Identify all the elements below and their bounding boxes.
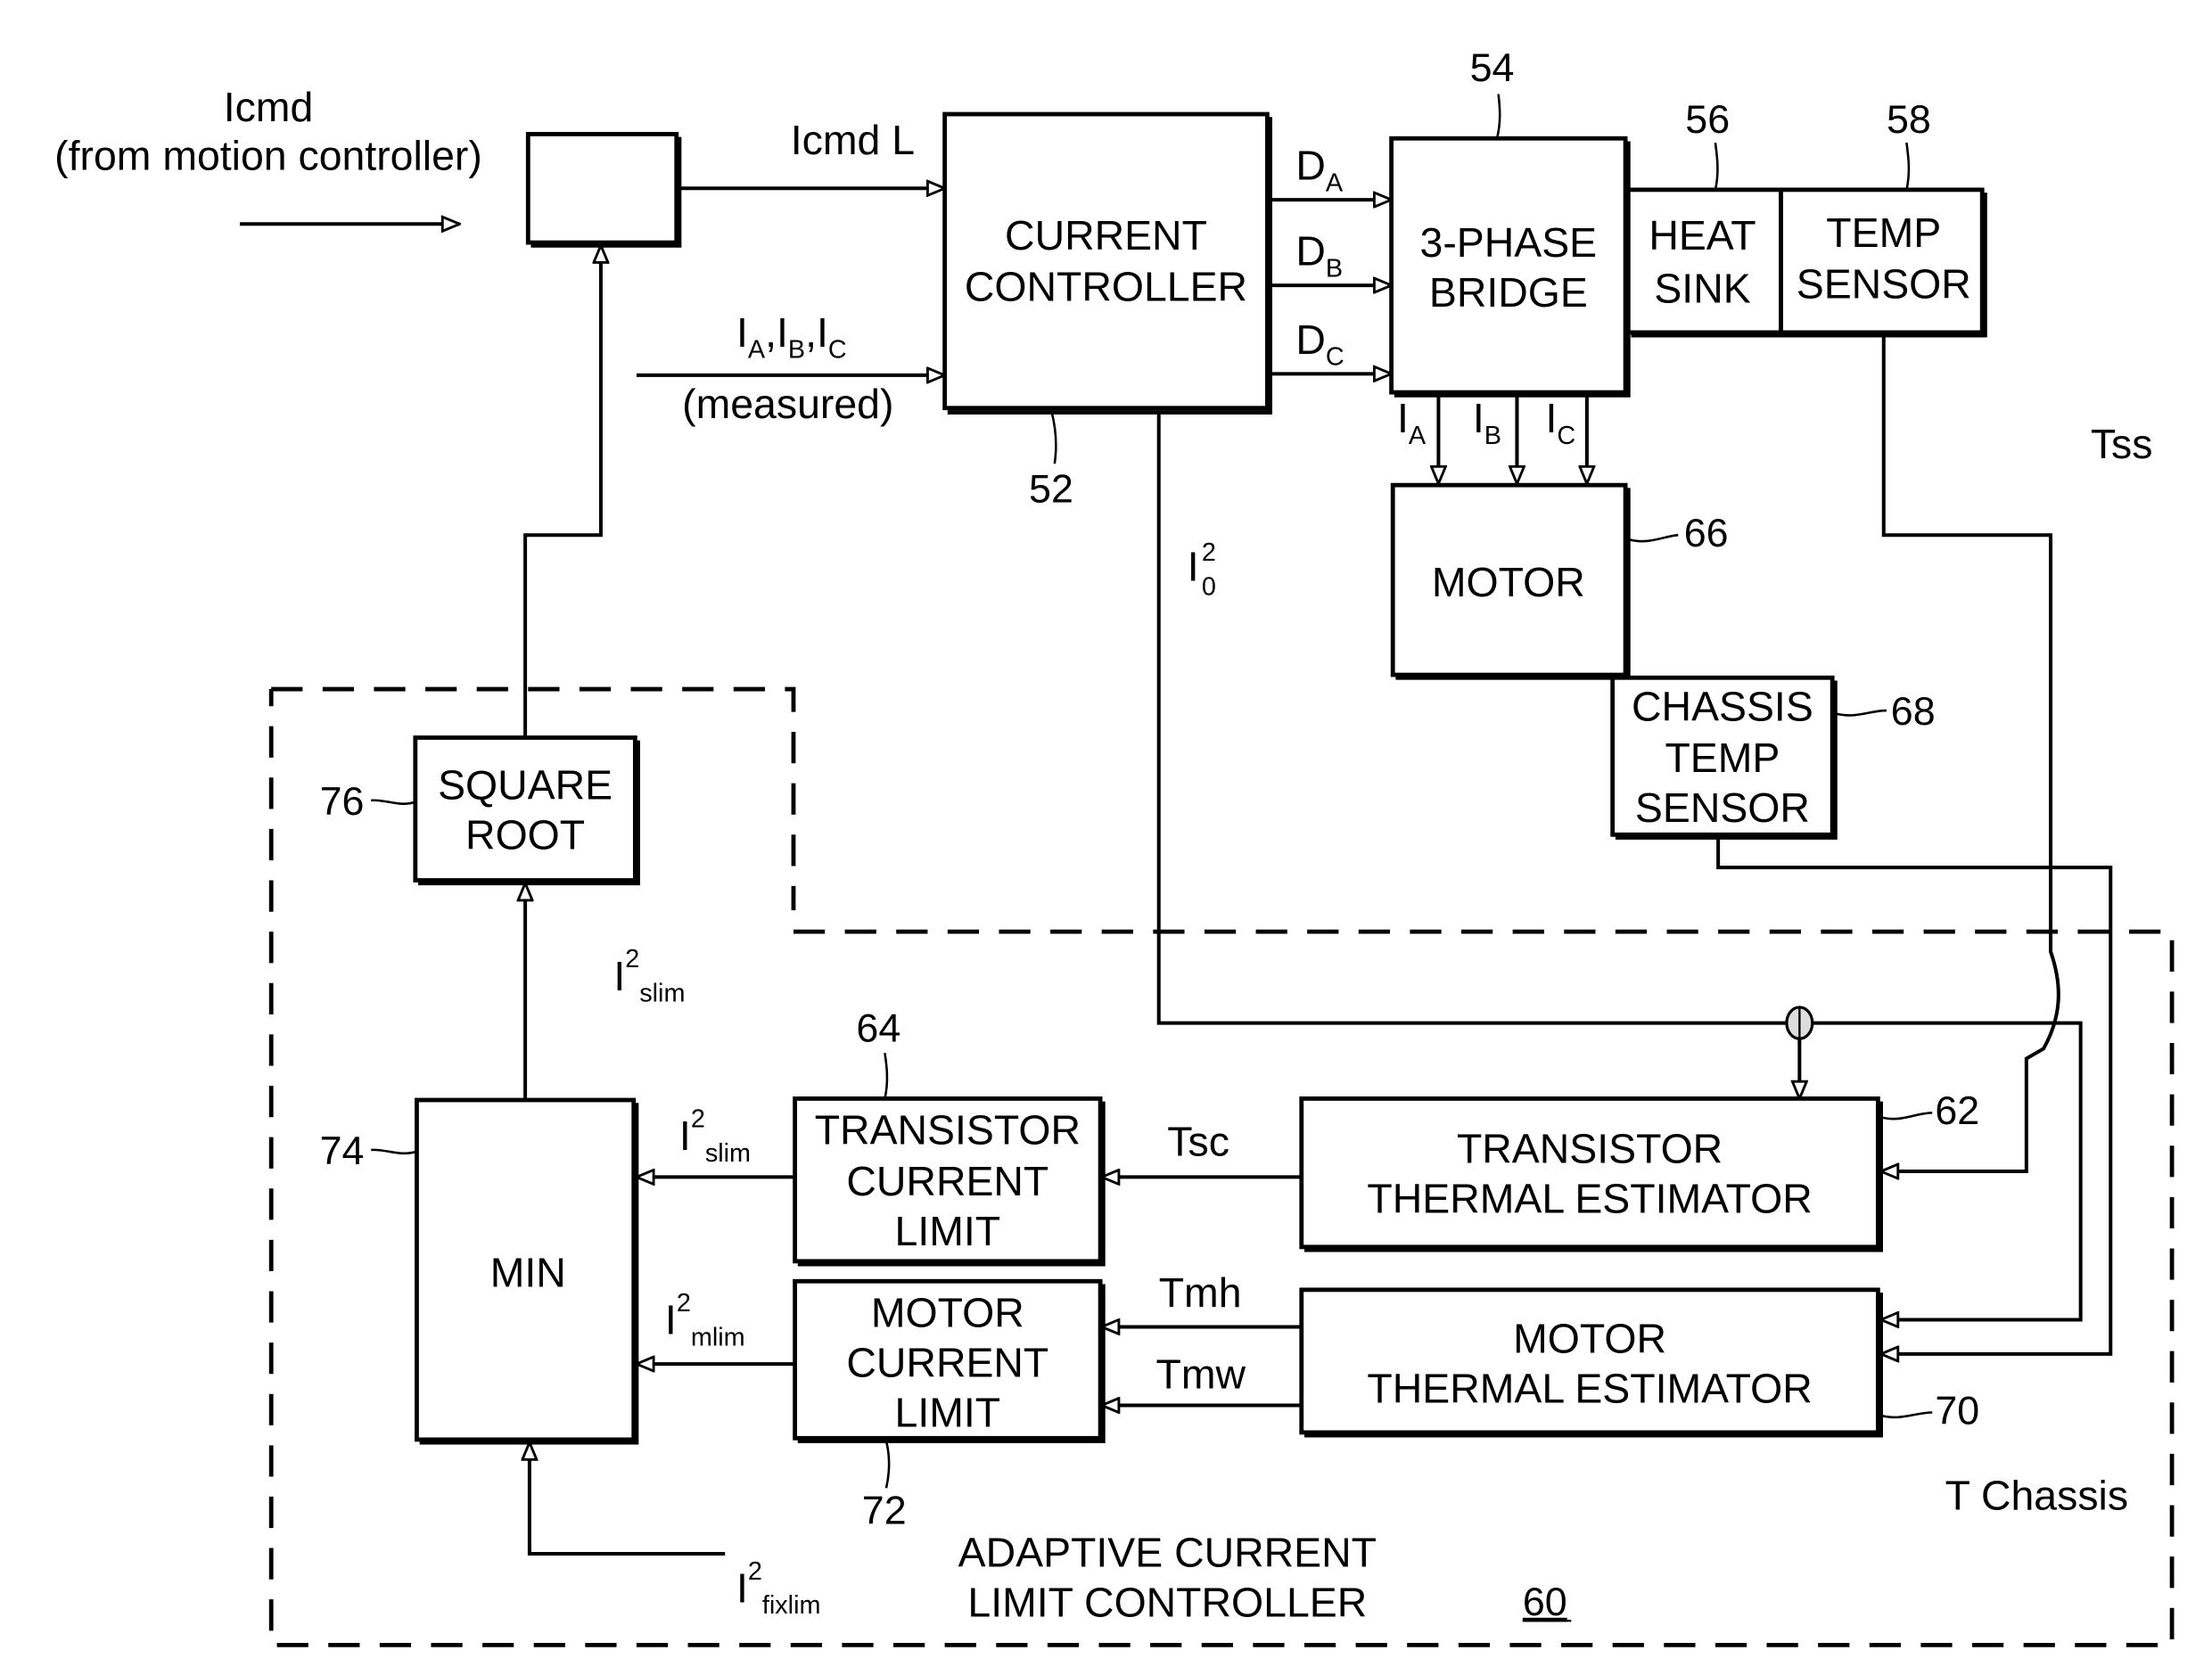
transistor-estimator-label-1: TRANSISTOR (1457, 1125, 1723, 1171)
ref-60: 60 (1523, 1580, 1567, 1624)
ref-68-leader (1835, 709, 1887, 717)
ia-label: IA (1397, 395, 1427, 450)
motor-limit-label-1: MOTOR (871, 1289, 1024, 1335)
chassis-temp-label-2: TEMP (1665, 735, 1780, 781)
ref-62-leader (1880, 1112, 1933, 1121)
ref-54-leader (1495, 94, 1501, 139)
controller-group-label-2: LIMIT CONTROLLER (967, 1579, 1367, 1625)
ref-72: 72 (862, 1488, 907, 1532)
motor-estimator-label-1: MOTOR (1513, 1315, 1666, 1361)
i0-squared-label: I20 (1188, 538, 1216, 601)
tmh-label: Tmh (1159, 1269, 1242, 1316)
bridge-label-2: BRIDGE (1429, 269, 1588, 316)
icmd-source-label: (from motion controller) (54, 132, 482, 178)
limit-to-limiter-wire (523, 245, 601, 738)
temp-sensor-label-2: SENSOR (1797, 261, 1971, 308)
tsc-label: Tsc (1167, 1118, 1229, 1164)
ref-70-leader (1880, 1411, 1933, 1419)
ref-72-leader (884, 1441, 891, 1489)
ref-76-leader (371, 799, 416, 805)
transistor-limit-label-1: TRANSISTOR (815, 1107, 1081, 1154)
ib-label: IB (1473, 395, 1501, 450)
transistor-estimator-label-2: THERMAL ESTIMATOR (1367, 1175, 1812, 1221)
transistor-limit-label-3: LIMIT (895, 1208, 1001, 1254)
min-label: MIN (490, 1250, 566, 1296)
icmd-label: Icmd (224, 84, 314, 130)
motor-limit-label-3: LIMIT (895, 1390, 1001, 1436)
i-fixlim-sq-label: I2fixlim (736, 1557, 821, 1620)
chassis-temp-label-1: CHASSIS (1632, 683, 1813, 729)
tss-wire (1881, 335, 2060, 1171)
current-controller-label-1: CURRENT (1005, 212, 1207, 259)
i-slim-sq-in-label: I2slim (679, 1104, 751, 1167)
tmw-label: Tmw (1156, 1351, 1246, 1397)
block-diagram: Icmd (from motion controller) Icmd L IA,… (54, 45, 2175, 1647)
ref-74: 74 (320, 1129, 365, 1173)
controller-group-label-1: ADAPTIVE CURRENT (958, 1529, 1377, 1575)
current-limiter-block (525, 132, 679, 245)
dc-label: DC (1295, 316, 1344, 372)
t-chassis-label: T Chassis (1945, 1472, 2128, 1518)
ref-62: 62 (1935, 1088, 1979, 1133)
heat-sink-label-2: SINK (1654, 265, 1750, 311)
ref-58-leader (1905, 142, 1911, 191)
ref-66: 66 (1684, 511, 1729, 555)
square-root-label-2: ROOT (465, 811, 585, 858)
db-label: DB (1295, 228, 1343, 283)
ref-54: 54 (1470, 45, 1515, 90)
ref-64-leader (884, 1052, 889, 1099)
motor-label: MOTOR (1432, 559, 1585, 605)
measured-currents-label: IA,IB,IC (736, 309, 847, 365)
ref-66-leader (1627, 533, 1679, 543)
ref-64: 64 (856, 1006, 900, 1050)
ref-70: 70 (1935, 1388, 1979, 1433)
da-label: DA (1295, 143, 1344, 198)
square-root-label-1: SQUARE (438, 761, 613, 808)
transistor-limit-label-2: CURRENT (846, 1158, 1048, 1204)
i-mlim-sq-label: I2mlim (665, 1289, 745, 1351)
ref-56: 56 (1685, 97, 1730, 142)
ref-56-leader (1714, 142, 1719, 191)
ref-74-leader (371, 1148, 417, 1155)
ref-58: 58 (1887, 97, 1931, 142)
motor-limit-label-2: CURRENT (846, 1339, 1048, 1385)
ref-52: 52 (1029, 466, 1073, 511)
ref-68: 68 (1891, 689, 1936, 734)
ref-76: 76 (320, 779, 365, 824)
chassis-temp-label-3: SENSOR (1635, 784, 1810, 831)
square-root-block (413, 735, 637, 883)
transistor-thermal-estimator-block (1299, 1096, 1880, 1250)
ic-label: IC (1545, 395, 1575, 450)
icmd-l-label: Icmd L (791, 117, 915, 163)
measured-note: (measured) (682, 381, 893, 427)
tss-label: Tss (2091, 421, 2153, 467)
current-controller-block (942, 111, 1270, 411)
temp-sensor-label-1: TEMP (1826, 209, 1941, 256)
ref-52-leader (1050, 412, 1057, 464)
i-slim-sq-out-label: I2slim (613, 945, 685, 1007)
i-fixlim-sq-wire (530, 1442, 726, 1556)
bridge-label-1: 3-PHASE (1420, 219, 1598, 266)
heat-sink-label-1: HEAT (1649, 212, 1756, 259)
current-controller-label-2: CONTROLLER (965, 264, 1247, 310)
motor-estimator-label-2: THERMAL ESTIMATOR (1367, 1365, 1812, 1411)
